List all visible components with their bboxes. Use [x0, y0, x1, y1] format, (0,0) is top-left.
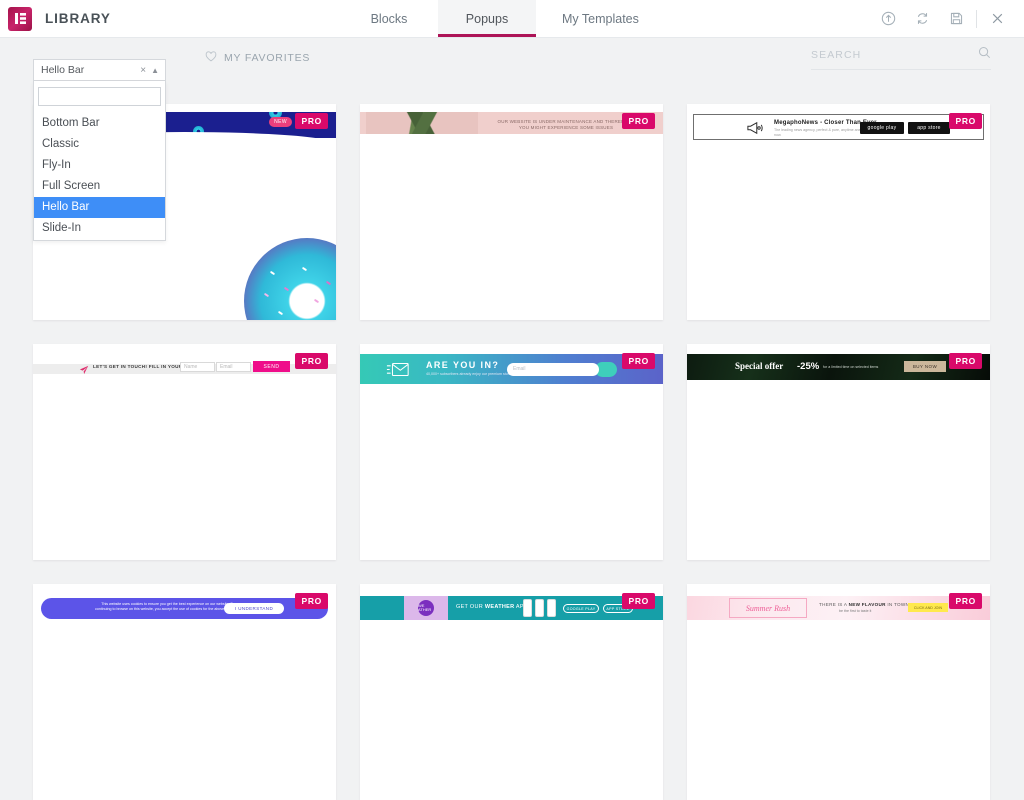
phone-mockup [523, 599, 532, 617]
donut-image [244, 238, 336, 320]
phone-mockup [547, 599, 556, 617]
dropdown-option-fly-in[interactable]: Fly-In [34, 155, 165, 176]
headline-bold: WEATHER [484, 604, 515, 610]
page-title: LIBRARY [45, 11, 111, 26]
phone-mockup [535, 599, 544, 617]
megaphone-icon [744, 120, 766, 139]
template-card-weather-app[interactable]: WE ATHER GET OUR WEATHER APP GOOGLE PLAY… [360, 584, 663, 800]
dropdown-options: Bottom Bar Classic Fly-In Full Screen He… [34, 113, 165, 240]
name-field[interactable]: Name [180, 362, 215, 372]
dropdown-control[interactable]: Hello Bar × ▲ [33, 59, 166, 81]
banner-subline: 40,000+ subscribers already enjoy our pr… [426, 372, 510, 376]
pro-badge: PRO [295, 353, 328, 369]
summer-rush-tag: Summer Rush [729, 598, 807, 618]
email-field[interactable]: Email [216, 362, 251, 372]
google-play-button[interactable]: GOOGLE PLAY [563, 604, 599, 613]
pro-badge: PRO [295, 593, 328, 609]
divider [976, 9, 977, 28]
paper-plane-icon [79, 362, 89, 380]
banner-headline: GET OUR WEATHER APP [456, 604, 528, 610]
banner-headline: Special offer [735, 361, 784, 371]
tab-blocks[interactable]: Blocks [340, 0, 438, 37]
sync-icon[interactable] [905, 0, 939, 38]
weather-logo-mark: WE ATHER [418, 600, 434, 616]
headline-post: IN TOWN [885, 602, 910, 607]
dropdown-option-slide-in[interactable]: Slide-In [34, 218, 165, 239]
popup-type-dropdown[interactable]: Hello Bar × ▲ Bottom Bar Classic Fly-In … [33, 59, 166, 241]
header-actions [871, 0, 1024, 37]
envelope-icon [386, 361, 410, 383]
tab-my-templates[interactable]: My Templates [536, 0, 665, 37]
discount-value: -25% [797, 361, 820, 372]
pro-badge: PRO [949, 113, 982, 129]
banner-subline: be the first to taste it [839, 609, 872, 613]
send-button[interactable]: SEND [253, 361, 290, 372]
dropdown-option-classic[interactable]: Classic [34, 134, 165, 155]
click-and-join-button[interactable]: CLICK AND JOIN [908, 603, 948, 612]
app-header: LIBRARY Blocks Popups My Templates [0, 0, 1024, 38]
brand: LIBRARY [0, 0, 340, 37]
search-input[interactable] [811, 49, 978, 61]
tab-popups[interactable]: Popups [438, 0, 536, 37]
banner-headline: THERE IS A NEW FLAVOUR IN TOWN [819, 602, 909, 607]
my-favorites-filter[interactable]: MY FAVORITES [205, 51, 310, 65]
dropdown-search-input[interactable] [38, 87, 161, 106]
my-favorites-label: MY FAVORITES [224, 52, 311, 64]
pro-badge: PRO [949, 593, 982, 609]
dropdown-option-hello-bar[interactable]: Hello Bar [34, 197, 165, 218]
template-card-summer-rush[interactable]: Summer Rush THERE IS A NEW FLAVOUR IN TO… [687, 584, 990, 800]
template-grid: NEW PRO OUR WEBSITE IS UNDER MAINTENANCE… [33, 104, 991, 800]
dropdown-option-bottom-bar[interactable]: Bottom Bar [34, 113, 165, 134]
template-banner: This website uses cookies to ensure you … [41, 598, 328, 619]
cookie-text: This website uses cookies to ensure you … [95, 602, 241, 611]
dropdown-panel: Bottom Bar Classic Fly-In Full Screen He… [33, 81, 166, 241]
pro-badge: PRO [622, 113, 655, 129]
chevron-up-icon[interactable]: ▲ [151, 66, 161, 75]
dropdown-option-full-screen[interactable]: Full Screen [34, 176, 165, 197]
close-icon[interactable] [980, 0, 1014, 38]
import-icon[interactable] [871, 0, 905, 38]
pro-badge: PRO [622, 593, 655, 609]
library-tabs: Blocks Popups My Templates [340, 0, 665, 37]
leaf-image [366, 112, 478, 134]
template-card-special-offer[interactable]: Special offer -25% for a limited time on… [687, 344, 990, 560]
template-card-get-in-touch[interactable]: LET'S GET IN TOUCH! FILL IN YOUR DETAILS… [33, 344, 336, 560]
pro-badge: PRO [622, 353, 655, 369]
dropdown-selected-value: Hello Bar [41, 64, 85, 76]
template-card-are-you-in[interactable]: ARE YOU IN? 40,000+ subscribers already … [360, 344, 663, 560]
google-play-button[interactable]: google play [860, 122, 904, 134]
weather-logo: WE ATHER [404, 596, 448, 620]
template-banner: OUR WEBSITE IS UNDER MAINTENANCE AND THE… [360, 112, 663, 134]
template-banner: MegaphoNews - Closer Than Ever The leadi… [693, 114, 984, 140]
banner-headline: OUR WEBSITE IS UNDER MAINTENANCE AND THE… [497, 119, 635, 130]
banner-subline: for a limited time on selected items [823, 365, 879, 369]
headline-bold: NEW FLAVOUR [848, 602, 886, 607]
search-box[interactable] [811, 46, 991, 70]
pro-badge: PRO [949, 353, 982, 369]
headline-plain: GET OUR [456, 604, 485, 610]
heart-icon [205, 51, 217, 65]
buy-now-button[interactable]: BUY NOW [904, 361, 946, 372]
save-icon[interactable] [939, 0, 973, 38]
template-card-megaphonews[interactable]: MegaphoNews - Closer Than Ever The leadi… [687, 104, 990, 320]
template-card-maintenance[interactable]: OUR WEBSITE IS UNDER MAINTENANCE AND THE… [360, 104, 663, 320]
headline-pre: THERE IS A [819, 602, 849, 607]
template-card-cookies[interactable]: This website uses cookies to ensure you … [33, 584, 336, 800]
elementor-logo-icon [8, 6, 32, 31]
clear-selection-icon[interactable]: × [135, 65, 151, 76]
i-understand-button[interactable]: I UNDERSTAND [224, 603, 284, 614]
search-icon[interactable] [978, 46, 991, 64]
banner-headline: ARE YOU IN? [426, 360, 500, 370]
new-badge: NEW [269, 117, 292, 127]
pro-badge: PRO [295, 113, 328, 129]
email-field[interactable]: Email [507, 363, 599, 376]
app-store-button[interactable]: app store [908, 122, 950, 134]
